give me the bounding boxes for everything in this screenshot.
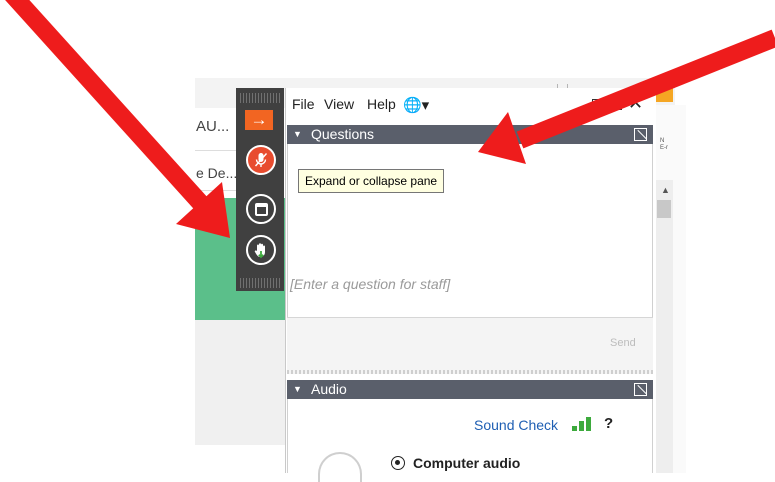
show-screen-button[interactable] <box>246 194 276 224</box>
microphone-muted-icon <box>254 153 268 167</box>
collapse-panel-button[interactable]: → <box>245 110 273 130</box>
send-button[interactable]: Send <box>610 337 636 349</box>
background-divider <box>195 150 237 151</box>
send-area <box>287 318 653 370</box>
computer-audio-label: Computer audio <box>413 455 521 471</box>
language-globe-icon[interactable]: 🌐▾ <box>403 96 429 114</box>
background-truncated-text: AU... <box>196 118 230 135</box>
close-icon[interactable]: ✕ <box>628 93 643 114</box>
questions-pane-title: Questions <box>311 126 375 142</box>
tooltip: Expand or collapse pane <box>298 169 445 193</box>
menu-help[interactable]: Help <box>367 96 396 112</box>
sound-check-link[interactable]: Sound Check <box>474 417 558 433</box>
audio-help-button[interactable]: ? <box>604 415 613 432</box>
audio-pane-title: Audio <box>311 381 347 397</box>
triangle-down-icon[interactable]: ▼ <box>293 380 302 399</box>
background-divider <box>195 190 237 191</box>
computer-audio-radio[interactable] <box>391 456 405 470</box>
collapse-pane-icon[interactable] <box>634 383 647 396</box>
signal-strength-icon <box>572 417 592 431</box>
questions-pane-header[interactable]: ▼ Questions <box>287 125 653 144</box>
background-scrollbar[interactable] <box>655 180 673 473</box>
question-input[interactable]: [Enter a question for staff] <box>290 276 450 292</box>
background-gray-area <box>195 320 285 445</box>
raise-hand-icon <box>254 242 265 258</box>
background-orange-tab[interactable] <box>655 80 673 102</box>
pane-resize-handle[interactable] <box>287 370 653 374</box>
scrollbar-thumb[interactable] <box>657 200 671 218</box>
background-truncated-text: e De... <box>196 165 238 181</box>
menu-file[interactable]: File <box>292 96 315 112</box>
scroll-up-icon[interactable]: ▲ <box>661 185 670 195</box>
triangle-down-icon[interactable]: ▼ <box>293 125 302 144</box>
restore-window-icon[interactable] <box>592 99 604 111</box>
mute-microphone-button[interactable] <box>246 145 276 175</box>
audio-pane-header[interactable]: ▼ Audio <box>287 380 653 399</box>
drag-grip-top[interactable] <box>240 93 280 103</box>
drag-grip-bottom[interactable] <box>240 278 280 288</box>
background-right-text: N E-r <box>660 138 668 151</box>
menu-view[interactable]: View <box>324 96 354 112</box>
collapse-pane-icon[interactable] <box>634 128 647 141</box>
screen-window-icon <box>254 202 268 216</box>
raise-hand-button[interactable] <box>246 235 276 265</box>
popout-window-icon[interactable]: ⧄ <box>609 97 622 110</box>
